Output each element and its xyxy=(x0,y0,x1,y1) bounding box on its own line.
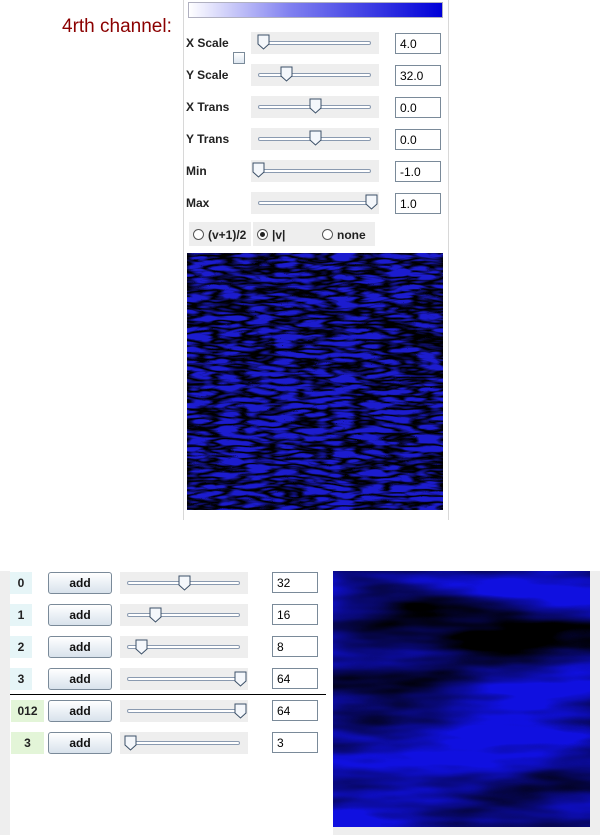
octave-slider-thumb[interactable] xyxy=(135,639,148,655)
octave-index: 1 xyxy=(10,604,32,626)
param-label-y-scale: Y Scale xyxy=(186,68,229,82)
slider-track-y-scale[interactable] xyxy=(258,73,371,77)
add-button[interactable]: add xyxy=(48,668,112,690)
octave-value-field[interactable]: 64 xyxy=(272,668,318,689)
value-field-x-scale[interactable]: 4.0 xyxy=(395,33,441,54)
octave-index: 3 xyxy=(11,732,44,754)
octave-slider-track[interactable] xyxy=(127,677,240,681)
param-label-x-trans: X Trans xyxy=(186,100,230,114)
value-field-max[interactable]: 1.0 xyxy=(395,193,441,214)
radio-v-plus-one-half[interactable] xyxy=(193,229,204,240)
octave-index: 012 xyxy=(11,700,44,722)
add-button[interactable]: add xyxy=(48,572,112,594)
octave-index: 3 xyxy=(10,668,32,690)
channel-title: 4rth channel: xyxy=(62,16,172,37)
slider-thumb-max[interactable] xyxy=(365,194,378,210)
octave-slider-track[interactable] xyxy=(127,613,240,617)
texture-preview xyxy=(333,571,590,827)
enable-checkbox[interactable] xyxy=(233,52,245,64)
slider-thumb-y-trans[interactable] xyxy=(309,130,322,146)
octave-separator xyxy=(10,694,326,695)
param-label-x-scale: X Scale xyxy=(186,36,229,50)
octave-value-field[interactable]: 3 xyxy=(272,732,318,753)
octave-value-field[interactable]: 16 xyxy=(272,604,318,625)
value-field-y-scale[interactable]: 32.0 xyxy=(395,65,441,86)
octave-value-field[interactable]: 64 xyxy=(272,700,318,721)
value-field-min[interactable]: -1.0 xyxy=(395,161,441,182)
radio-none[interactable] xyxy=(322,229,333,240)
octave-slider-thumb[interactable] xyxy=(234,671,247,687)
slider-track-max[interactable] xyxy=(258,201,371,205)
slider-thumb-y-scale[interactable] xyxy=(280,66,293,82)
radio-label-v-plus-one-half: (v+1)/2 xyxy=(208,228,247,242)
octave-index: 2 xyxy=(10,636,32,658)
octave-value-field[interactable]: 32 xyxy=(272,572,318,593)
octave-slider-track[interactable] xyxy=(127,741,240,745)
add-button[interactable]: add xyxy=(48,732,112,754)
octave-slider-thumb[interactable] xyxy=(124,735,137,751)
slider-thumb-x-trans[interactable] xyxy=(309,98,322,114)
radio-label-abs-v: |v| xyxy=(272,228,286,242)
octave-slider-thumb[interactable] xyxy=(178,575,191,591)
add-button[interactable]: add xyxy=(48,636,112,658)
octave-slider-thumb[interactable] xyxy=(149,607,162,623)
noise-preview xyxy=(187,253,443,510)
slider-thumb-min[interactable] xyxy=(252,162,265,178)
radio-abs-v[interactable] xyxy=(257,229,268,240)
octave-value-field[interactable]: 8 xyxy=(272,636,318,657)
add-button[interactable]: add xyxy=(48,604,112,626)
param-label-max: Max xyxy=(186,196,210,210)
param-label-y-trans: Y Trans xyxy=(186,132,230,146)
slider-track-x-scale[interactable] xyxy=(258,41,371,45)
octave-slider-track[interactable] xyxy=(127,709,240,713)
param-label-min: Min xyxy=(186,164,207,178)
slider-thumb-x-scale[interactable] xyxy=(257,34,270,50)
value-field-x-trans[interactable]: 0.0 xyxy=(395,97,441,118)
octave-slider-thumb[interactable] xyxy=(234,703,247,719)
add-button[interactable]: add xyxy=(48,700,112,722)
radio-label-none: none xyxy=(337,228,366,242)
color-gradient-bar[interactable] xyxy=(188,2,443,18)
octave-index: 0 xyxy=(10,572,32,594)
slider-track-min[interactable] xyxy=(258,169,371,173)
value-field-y-trans[interactable]: 0.0 xyxy=(395,129,441,150)
